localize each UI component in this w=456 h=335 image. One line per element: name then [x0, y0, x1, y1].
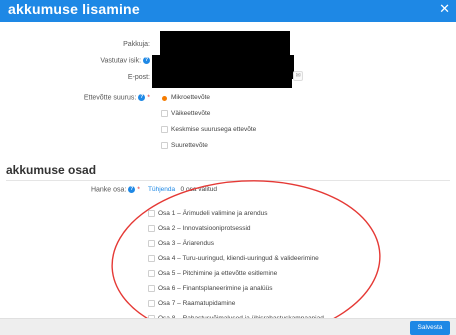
email-value-redacted[interactable]: [152, 62, 292, 88]
section-divider: [6, 180, 450, 181]
email-label: E-post:: [127, 74, 150, 81]
part-option[interactable]: Osa 2 – Innovatsiooniprotsessid: [158, 225, 251, 232]
close-icon[interactable]: ✕: [439, 1, 450, 17]
required-marker: *: [137, 186, 140, 194]
required-marker: *: [147, 94, 150, 102]
size-option-suur[interactable]: Suurettevõte: [171, 142, 208, 149]
vastutav-isik-row: Vastutav isik: ?: [20, 57, 150, 64]
part-option[interactable]: Osa 6 – Finantsplaneerimine ja analüüs: [158, 285, 273, 292]
section-title: akkumuse osad: [6, 163, 97, 177]
radio-unselected[interactable]: [161, 126, 168, 133]
help-icon[interactable]: ?: [138, 94, 146, 101]
radio-unselected[interactable]: [161, 142, 168, 149]
part-checkbox[interactable]: [148, 255, 155, 262]
size-option-vaike[interactable]: Väikeettevõte: [171, 110, 210, 117]
modal-title: akkumuse lisamine: [8, 1, 140, 17]
parts-selection-toolbar: Tühjenda 0 osa valitud: [148, 186, 217, 193]
hanke-osa-row: Hanke osa: ? *: [10, 186, 140, 193]
vastutav-isik-label: Vastutav isik:: [100, 57, 142, 65]
company-size-row: Ettevõtte suurus: ? *: [20, 94, 150, 101]
part-checkbox[interactable]: [148, 285, 155, 292]
part-option[interactable]: Osa 1 – Ärimudeli valimine ja arendus: [158, 210, 267, 217]
email-action-icon[interactable]: ✉: [293, 71, 303, 81]
part-option[interactable]: Osa 3 – Äriarendus: [158, 240, 214, 247]
size-option-keskmine[interactable]: Keskmise suurusega ettevõte: [171, 126, 256, 133]
hanke-osa-label: Hanke osa:: [90, 186, 127, 194]
pakkuja-value-redacted: [160, 31, 290, 57]
pakkuja-label: Pakkuja:: [123, 41, 150, 48]
part-option[interactable]: Osa 7 – Raamatupidamine: [158, 300, 235, 307]
part-checkbox[interactable]: [148, 225, 155, 232]
radio-selected-icon[interactable]: [162, 96, 167, 101]
help-icon[interactable]: ?: [143, 57, 150, 64]
part-checkbox[interactable]: [148, 300, 155, 307]
part-option[interactable]: Osa 5 – Pitchimine ja ettevõtte esitlemi…: [158, 270, 277, 277]
radio-unselected[interactable]: [161, 110, 168, 117]
part-checkbox[interactable]: [148, 240, 155, 247]
save-button[interactable]: Salvesta: [410, 321, 450, 335]
size-option-mikro[interactable]: Mikroettevõte: [171, 94, 210, 101]
part-option[interactable]: Osa 4 – Turu-uuringud, kliendi-uuringud …: [158, 255, 319, 262]
company-size-label: Ettevõtte suurus:: [83, 94, 137, 102]
selected-count: 0 osa valitud: [180, 186, 218, 193]
modal-footer: [0, 318, 456, 335]
part-checkbox[interactable]: [148, 270, 155, 277]
modal-title-bar: akkumuse lisamine ✕: [0, 0, 456, 22]
clear-selection-link[interactable]: Tühjenda: [148, 186, 175, 193]
help-icon[interactable]: ?: [128, 186, 136, 193]
part-checkbox[interactable]: [148, 210, 155, 217]
